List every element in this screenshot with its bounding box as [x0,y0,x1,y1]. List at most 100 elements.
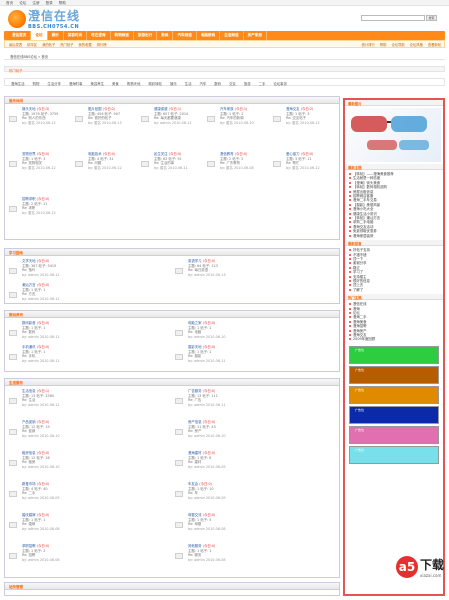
forum-title[interactable]: 母婴交流 [188,513,202,517]
subnav-right-link[interactable]: 查看新帖 [428,42,441,47]
forum-title[interactable]: 澄海建材 [188,451,202,455]
category-link[interactable]: 生活分享 [47,81,61,86]
nav-item[interactable]: 数码 [157,31,174,40]
forum-title[interactable]: 图片贴图 [88,107,102,111]
sidebar-link-text[interactable]: 澄海交友活动 [353,225,373,229]
sidebar-link-text[interactable]: 不错不错 [353,253,367,257]
sidebar-link-text[interactable]: 论坛 [353,311,360,315]
category-link[interactable]: 论坛事务 [273,81,287,86]
sidebar-link-text[interactable]: 免费领取优惠券 [353,229,377,233]
forum-title[interactable]: 电脑技术 [88,152,102,156]
sidebar-link-text[interactable]: 澄海小吃大全 [353,207,373,211]
sidebar-link-text[interactable]: 2009年度回顾 [353,337,375,341]
sidebar-link-text[interactable]: 澄海 [353,307,360,311]
forum-title[interactable]: 求职招聘 [22,544,36,548]
category-link[interactable]: 交友 [229,81,236,86]
nav-item[interactable]: 旅游出行 [134,31,158,40]
forum-title[interactable]: 电脑之家 [188,321,202,325]
topbar-link[interactable]: 首页 [6,1,13,5]
section-title[interactable]: 生活服务 [5,379,339,386]
forum-title[interactable]: 跳蚤市场 [22,482,36,486]
nav-item[interactable]: 房产家居 [244,31,267,40]
subnav-right-link[interactable]: 论坛风格 [410,42,423,47]
sidebar-link-text[interactable]: 澄海二手车交易 [353,198,377,202]
forum-title[interactable]: 潮汕方言 [22,283,36,287]
nav-item[interactable]: 论坛 [31,31,48,40]
section-title[interactable]: 娱乐休闲 [5,97,339,104]
sidebar-link-text[interactable]: 生活就是一种态度 [353,176,380,180]
forum-title[interactable]: 宠物世界 [22,152,36,156]
ad-banner[interactable]: 广告位 [349,385,439,404]
sidebar-link-text[interactable]: 健康生活小常识 [353,212,377,216]
forum-title[interactable]: 数码影音 [22,321,36,325]
nav-item[interactable]: 澄信首页 [8,31,32,40]
sidebar-link-text[interactable]: 顶一下 [353,257,363,261]
category-link[interactable]: 生活 [185,81,192,86]
topbar-link[interactable]: 注册 [32,1,39,5]
topbar-link[interactable]: 论坛 [19,1,26,5]
search-button[interactable]: 搜索 [426,15,437,21]
sidebar-link[interactable]: 澄海家居装修 [349,234,439,238]
category-link[interactable]: 澄海生活 [11,81,25,86]
topbar-link[interactable]: 登录 [46,1,53,5]
forum-title[interactable]: 澄信教育 [220,152,234,156]
subnav-right-link[interactable]: 帮助 [380,42,387,47]
sidebar-link-text[interactable]: 澄海家居装修 [353,234,373,238]
forum-title[interactable]: 房产信息 [188,420,202,424]
sidebar-link-text[interactable]: 【转帖】数码相机选购 [353,185,387,189]
sidebar-image[interactable] [347,108,441,162]
category-link[interactable]: 二手 [259,81,266,86]
subnav-right-link[interactable]: 论坛导航 [391,42,404,47]
nav-item[interactable]: 美容时尚 [64,31,88,40]
subnav-right-link[interactable]: 统计排行 [362,42,375,47]
sidebar-link-text[interactable]: 澄信在线 [353,302,367,306]
sidebar-link[interactable]: 2009年度回顾 [349,337,439,341]
nav-item[interactable]: 购物频道 [111,31,134,40]
forum-title[interactable]: 英语学习 [188,259,202,263]
site-logo[interactable]: 澄信在线 BBS.CH0754.CN [8,7,80,30]
section-title[interactable]: 学习园地 [5,249,339,256]
sidebar-link-text[interactable]: 了解了 [353,288,363,292]
ad-banner[interactable]: 广告位 [349,405,439,424]
section-title[interactable]: 站务管理 [5,583,339,590]
sidebar-link-text[interactable]: 谢谢分享 [353,261,367,265]
sidebar-link-text[interactable]: 澄海二手 [353,315,367,319]
forum-title[interactable]: 汽车家族 [220,107,234,111]
sidebar-link-text[interactable]: 顶上去 [353,283,363,287]
nav-item[interactable]: 吃在澄海 [87,31,111,40]
sidebar-link-text[interactable]: 招聘网店客服 [353,194,373,198]
forum-title[interactable]: 健康保健 [154,107,168,111]
ad-banner[interactable]: 广告位 [349,425,439,444]
ad-banner[interactable]: 广告位 [349,345,439,364]
sidebar-link-text[interactable]: 澄海房产 [353,329,367,333]
forum-title[interactable]: 产品促销 [22,420,36,424]
category-link[interactable]: 汽车 [200,81,207,86]
category-link[interactable]: 旅游 [244,81,251,86]
forum-title[interactable]: 文学天地 [22,259,36,263]
category-link[interactable]: 娱乐 [170,81,177,86]
sidebar-link-text[interactable]: 很好的信息 [353,279,370,283]
sidebar-link-text[interactable]: 支持楼主 [353,275,367,279]
sidebar-link-text[interactable]: 好帖子支持 [353,248,370,252]
sidebar-link-text[interactable]: 澄海招聘 [353,324,367,328]
section-title[interactable]: 数码资讯 [5,311,339,318]
subnav-link[interactable]: 精华区 [27,42,37,47]
nav-item[interactable]: 汽车频道 [173,31,197,40]
sidebar-link-text[interactable]: 房屋出租信息 [353,190,373,194]
sidebar-link-text[interactable]: 【摄影】美丽风景 [353,203,380,207]
ad-banner[interactable]: 广告位 [349,365,439,384]
forum-title[interactable]: 车友会 [188,482,198,486]
sidebar-link-text[interactable]: 澄海交友 [353,333,367,337]
forum-title[interactable]: 婚庆婚嫁 [22,513,36,517]
sidebar-link-text[interactable]: 求购二手电脑 [353,220,373,224]
ad-banner[interactable]: 广告位 [349,445,439,464]
nav-item[interactable]: 电脑数码 [197,31,221,40]
forum-title[interactable]: 其他服务 [188,544,202,548]
forum-title[interactable]: 民生关注 [154,152,168,156]
forum-title[interactable]: 租房信息 [22,451,36,455]
sidebar-link-text[interactable]: 【转帖】潮汕方言 [353,216,380,220]
nav-item[interactable]: 娱乐 [48,31,64,40]
forum-title[interactable]: 娱乐天地 [22,107,36,111]
subnav-link[interactable]: 我的帖子 [42,42,55,47]
forum-title[interactable]: 澄海交友 [286,107,300,111]
